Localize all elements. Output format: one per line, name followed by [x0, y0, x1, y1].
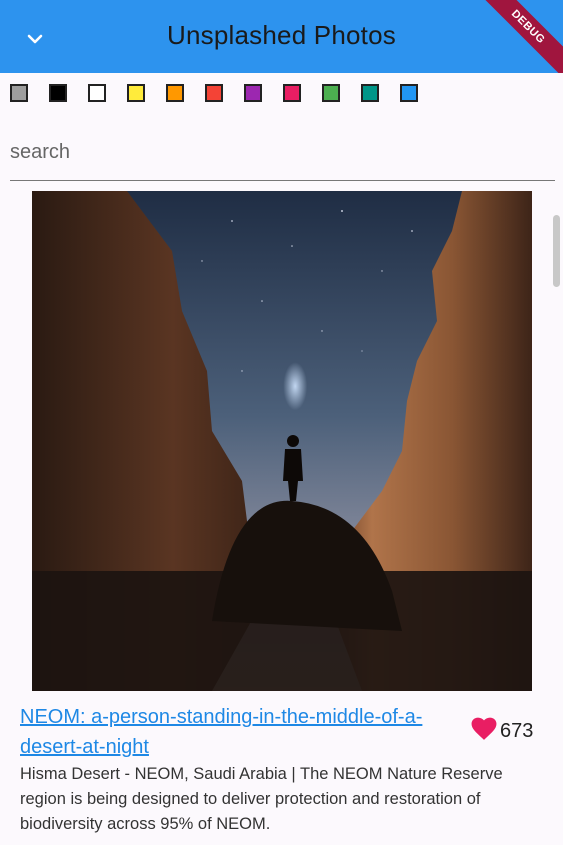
app-title: Unsplashed Photos — [167, 20, 396, 50]
color-swatch-black[interactable] — [49, 84, 67, 102]
color-swatch-white[interactable] — [88, 84, 106, 102]
app-bar: Unsplashed Photos DEBUG — [0, 0, 563, 73]
scrollbar-thumb[interactable] — [553, 215, 560, 287]
color-swatch-orange[interactable] — [166, 84, 184, 102]
color-swatch-blue[interactable] — [400, 84, 418, 102]
likes-counter: 673 — [471, 717, 533, 746]
color-swatch-green[interactable] — [322, 84, 340, 102]
photo-title-link[interactable]: NEOM: a-person-standing-in-the-middle-of… — [20, 702, 460, 762]
color-swatch-teal[interactable] — [361, 84, 379, 102]
search-input[interactable] — [10, 132, 555, 172]
search-field[interactable] — [10, 132, 555, 181]
color-swatch-red[interactable] — [205, 84, 223, 102]
color-swatch-yellow[interactable] — [127, 84, 145, 102]
photo-description: Hisma Desert - NEOM, Saudi Arabia | The … — [20, 765, 503, 833]
color-swatch-grey[interactable] — [10, 84, 28, 102]
likes-count: 673 — [500, 720, 534, 742]
color-filter-bar — [10, 84, 418, 102]
heart-icon[interactable] — [471, 717, 497, 746]
photo-image[interactable] — [32, 191, 532, 691]
color-swatch-purple[interactable] — [244, 84, 262, 102]
color-swatch-pink[interactable] — [283, 84, 301, 102]
